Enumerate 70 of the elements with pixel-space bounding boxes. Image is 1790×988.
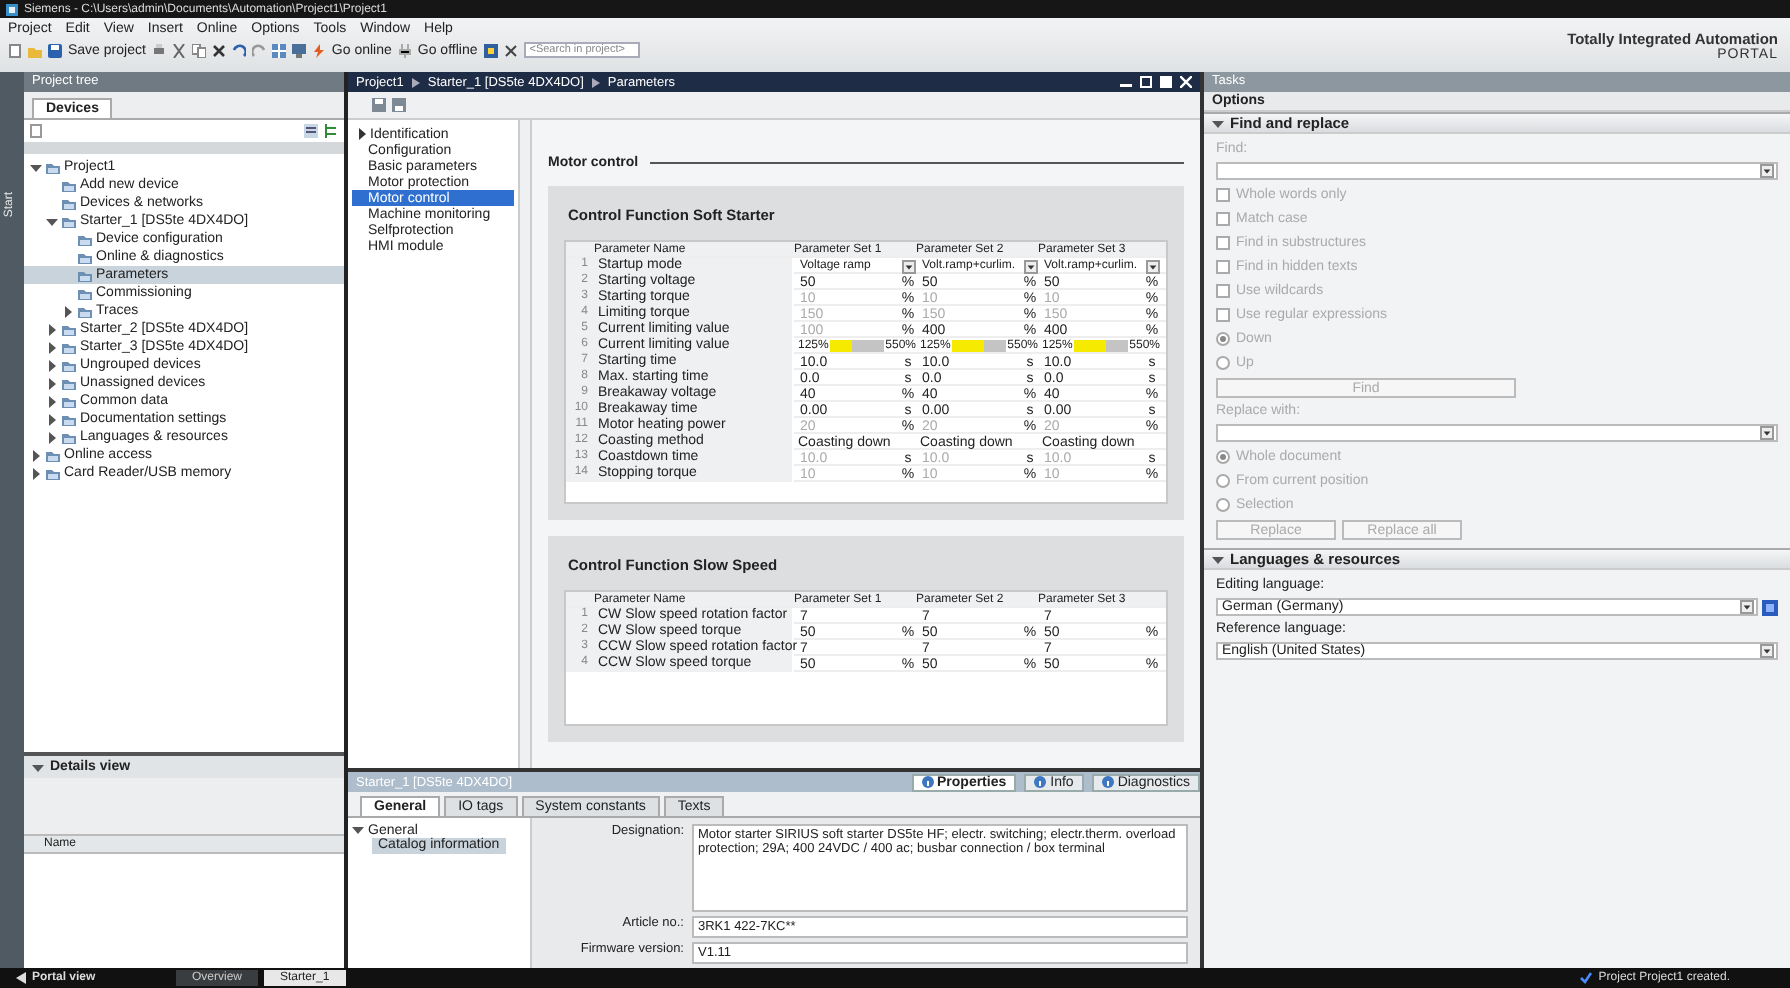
plug-icon[interactable] (397, 43, 412, 57)
expand-arrow-icon[interactable] (30, 449, 42, 461)
restore-icon[interactable] (1140, 76, 1152, 88)
folder-icon (62, 179, 76, 191)
copy-icon[interactable] (191, 43, 206, 57)
folder-icon (78, 233, 92, 245)
folder-icon (62, 431, 76, 443)
folder-icon (78, 287, 92, 299)
collapse-arrow-icon[interactable] (32, 761, 44, 773)
info-icon (921, 776, 933, 788)
folder-icon (46, 467, 60, 479)
slider[interactable] (1074, 340, 1128, 352)
dropdown-arrow-icon[interactable] (1146, 259, 1160, 273)
compile-icon[interactable] (483, 43, 498, 57)
expand-arrow-icon[interactable] (46, 359, 58, 371)
slider[interactable] (952, 340, 1006, 352)
flash-icon[interactable] (311, 43, 326, 57)
expand-arrow-icon[interactable] (46, 413, 58, 425)
collapse-arrow-icon[interactable] (1212, 553, 1224, 565)
app-icon (6, 3, 18, 15)
language-icon[interactable] (1762, 599, 1778, 615)
folder-icon (78, 269, 92, 281)
separator-arrow-icon (591, 77, 600, 87)
check-icon (1580, 972, 1593, 984)
info-icon (1101, 776, 1114, 788)
folder-icon (62, 359, 76, 371)
folder-icon (62, 413, 76, 425)
folder-icon (62, 323, 76, 335)
folder-icon (78, 251, 92, 263)
folder-icon (62, 395, 76, 407)
folder-icon (62, 341, 76, 353)
collapse-arrow-icon[interactable] (46, 215, 58, 227)
cut-icon[interactable] (171, 43, 186, 57)
grid-icon[interactable] (271, 43, 286, 57)
tree-view-icon[interactable] (324, 124, 338, 138)
expand-arrow-icon[interactable] (46, 377, 58, 389)
expand-arrow-icon[interactable] (30, 467, 42, 479)
expand-arrow-icon[interactable] (46, 431, 58, 443)
stop-icon[interactable] (503, 43, 518, 57)
folder-icon (62, 197, 76, 209)
dropdown-arrow-icon[interactable] (902, 259, 916, 273)
dropdown-arrow-icon[interactable] (1740, 600, 1754, 614)
separator-arrow-icon (411, 77, 420, 87)
folder-icon (62, 215, 76, 227)
folder-icon (62, 377, 76, 389)
collapse-arrow-icon[interactable] (352, 824, 364, 836)
collapse-arrow-icon[interactable] (30, 161, 42, 173)
monitor-icon[interactable] (291, 43, 306, 57)
info-icon (1034, 776, 1047, 788)
folder-icon (46, 161, 60, 173)
new-icon[interactable] (8, 43, 22, 57)
dropdown-arrow-icon[interactable] (1024, 259, 1038, 273)
expand-arrow-icon[interactable] (62, 305, 74, 317)
back-arrow-icon (16, 972, 26, 984)
expand-arrow-icon[interactable] (46, 341, 58, 353)
list-view-icon[interactable] (304, 124, 318, 138)
expand-arrow-icon[interactable] (356, 128, 368, 140)
undo-icon[interactable] (231, 43, 246, 57)
load-icon[interactable] (392, 98, 406, 112)
dropdown-arrow-icon[interactable] (1760, 644, 1774, 658)
close-icon[interactable] (1180, 76, 1192, 88)
new-page-icon[interactable] (30, 124, 42, 138)
slider[interactable] (830, 340, 884, 352)
folder-icon (46, 449, 60, 461)
expand-arrow-icon[interactable] (46, 395, 58, 407)
folder-icon (78, 305, 92, 317)
delete-icon[interactable] (211, 43, 226, 57)
expand-arrow-icon[interactable] (46, 323, 58, 335)
print-icon[interactable] (151, 43, 166, 57)
save-icon[interactable] (372, 98, 386, 112)
